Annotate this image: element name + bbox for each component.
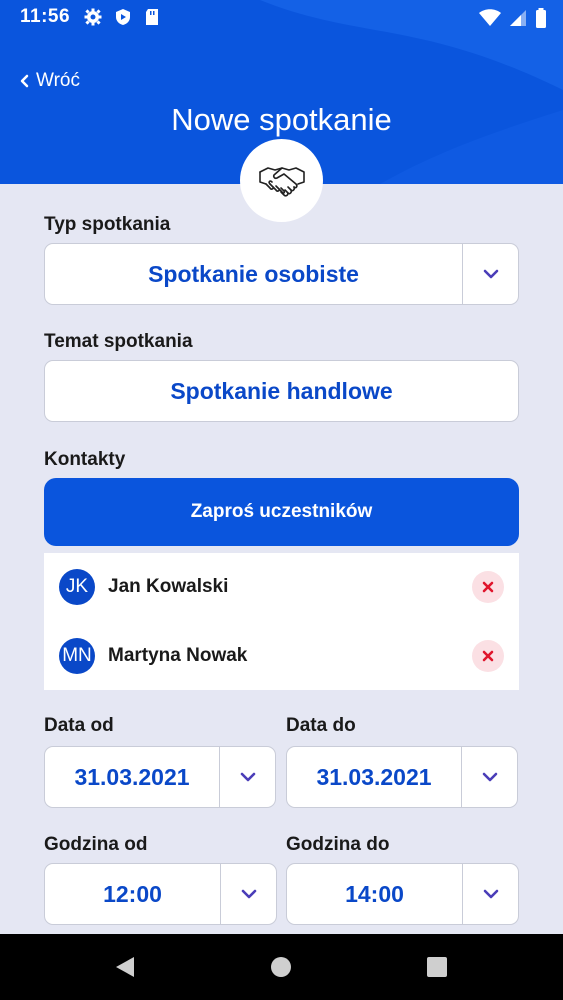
back-triangle-icon[interactable] [114,956,136,978]
meeting-type-label: Typ spotkania [44,214,171,235]
contact-name: Martyna Nowak [108,645,248,666]
meeting-topic-label: Temat spotkania [44,331,193,352]
meeting-type-select[interactable]: Spotkanie osobiste [44,243,519,305]
close-icon [482,650,494,662]
date-to-select[interactable]: 31.03.2021 [286,746,518,808]
wifi-icon [479,9,501,26]
remove-contact-button[interactable] [472,571,504,603]
invite-participants-button[interactable]: Zaproś uczestników [44,478,519,546]
avatar: MN [59,638,95,674]
list-item: JK Jan Kowalski [44,553,519,621]
meeting-type-value: Spotkanie osobiste [148,260,359,287]
chevron-down-icon [482,772,497,782]
back-button[interactable]: Wróć [18,70,80,92]
date-to-value: 31.03.2021 [316,763,432,790]
date-from-select[interactable]: 31.03.2021 [44,746,276,808]
meeting-type-dropdown-button[interactable] [462,244,518,304]
chevron-down-icon [483,889,498,899]
meeting-topic-field[interactable]: Spotkanie handlowe [44,360,519,422]
date-from-dropdown-button[interactable] [219,747,275,807]
close-icon [482,581,494,593]
home-circle-icon[interactable] [270,956,292,978]
contact-name: Jan Kowalski [108,576,229,597]
time-to-dropdown-button[interactable] [462,864,518,924]
status-bar: 11:56 [0,0,563,34]
time-from-value: 12:00 [103,880,162,907]
signal-icon [510,10,526,26]
handshake-icon [258,166,305,197]
sd-card-icon [146,9,158,25]
date-to-dropdown-button[interactable] [461,747,517,807]
recents-square-icon[interactable] [426,956,448,978]
avatar: JK [59,569,95,605]
shield-icon [116,9,130,25]
time-from-label: Godzina od [44,834,148,855]
remove-contact-button[interactable] [472,640,504,672]
list-item: MN Martyna Nowak [44,622,519,690]
chevron-down-icon [240,772,255,782]
navigation-bar [0,934,563,1000]
chevron-down-icon [483,269,498,279]
page-title: Nowe spotkanie [171,102,392,137]
time-to-select[interactable]: 14:00 [286,863,519,925]
battery-icon [536,8,546,28]
contacts-label: Kontakty [44,449,126,470]
contacts-list: JK Jan Kowalski MN Martyna Nowak [44,553,519,690]
time-to-label: Godzina do [286,834,390,855]
time-from-dropdown-button[interactable] [220,864,276,924]
time-to-value: 14:00 [345,880,404,907]
chevron-left-icon [20,74,29,88]
gear-icon [84,8,102,26]
back-label: Wróć [36,70,80,91]
status-time: 11:56 [20,6,71,27]
chevron-down-icon [241,889,256,899]
meeting-logo [240,139,323,222]
date-from-value: 31.03.2021 [74,763,190,790]
date-to-label: Data do [286,715,356,736]
time-from-select[interactable]: 12:00 [44,863,277,925]
date-from-label: Data od [44,715,114,736]
